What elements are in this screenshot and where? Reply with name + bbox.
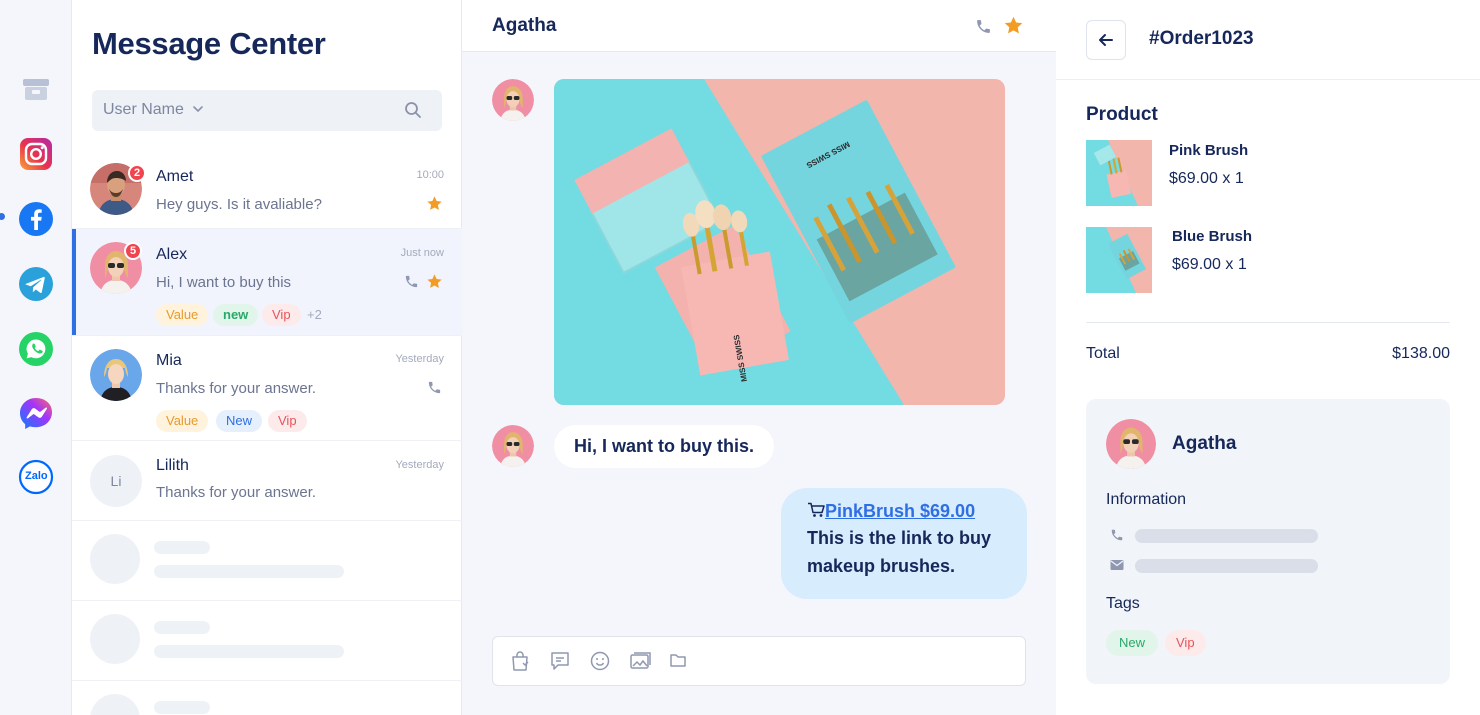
- avatar: [90, 349, 142, 401]
- channel-rail: Zalo: [0, 0, 72, 715]
- unread-badge: 2: [128, 164, 146, 182]
- tag-vip[interactable]: Vip: [1165, 630, 1206, 656]
- instagram-icon[interactable]: [18, 136, 54, 172]
- outgoing-message-text: This is the link to buy makeup brushes.: [807, 528, 992, 576]
- contact-name: Lilith: [156, 457, 189, 474]
- customer-name: Agatha: [1172, 433, 1237, 454]
- product-photo[interactable]: MISS SWISS MISS SWISS: [554, 79, 1005, 405]
- message-composer[interactable]: [492, 636, 1026, 686]
- tag-vip[interactable]: Vip: [262, 304, 301, 326]
- product-name: Blue Brush: [1172, 228, 1253, 245]
- order-panel: #Order1023 Product Pink Brush $69.00 x 1…: [1056, 0, 1480, 715]
- telegram-icon[interactable]: [18, 266, 54, 302]
- whatsapp-icon[interactable]: [18, 331, 54, 367]
- tag-vip[interactable]: Vip: [268, 410, 307, 432]
- folder-icon[interactable]: [669, 651, 687, 669]
- chat-panel: Agatha MISS SWISS MISS SWISS Hi, I want …: [462, 0, 1056, 715]
- total-label: Total: [1086, 345, 1120, 362]
- conversation-item-lilith[interactable]: Li Lilith Thanks for your answer. Yester…: [72, 441, 462, 521]
- product-price: $69.00 x 1: [1169, 170, 1244, 187]
- avatar-initials: Li: [90, 455, 142, 507]
- product-section-title: Product: [1086, 104, 1158, 125]
- arrow-left-icon: [1099, 34, 1113, 46]
- app-window: Zalo Message Center User Name 2 Amet Hey…: [0, 0, 1480, 715]
- star-icon[interactable]: [426, 273, 443, 290]
- phone-icon: [1111, 529, 1123, 541]
- last-message: Thanks for your answer.: [156, 380, 317, 397]
- incoming-message: Hi, I want to buy this.: [554, 425, 774, 468]
- phone-icon[interactable]: [975, 18, 992, 35]
- conversation-item-amet[interactable]: 2 Amet Hey guys. Is it avaliable? 10:00: [72, 152, 462, 229]
- zalo-icon[interactable]: Zalo: [18, 459, 54, 495]
- tag-new[interactable]: New: [216, 410, 263, 432]
- tags-label: Tags: [1106, 595, 1140, 612]
- message-time: Yesterday: [395, 353, 444, 365]
- product-name: Pink Brush: [1169, 142, 1249, 159]
- active-channel-indicator: [0, 213, 5, 220]
- information-label: Information: [1106, 491, 1187, 508]
- avatar: [492, 425, 534, 467]
- contact-name: Amet: [156, 168, 194, 185]
- last-message: Hi, I want to buy this: [156, 274, 292, 291]
- contact-name: Mia: [156, 352, 182, 369]
- back-button[interactable]: [1086, 20, 1126, 60]
- chat-header: Agatha: [462, 0, 1056, 52]
- star-icon[interactable]: [1003, 15, 1024, 36]
- message-time: 10:00: [416, 169, 444, 181]
- chat-contact-name: Agatha: [492, 15, 557, 36]
- avatar: [492, 79, 534, 121]
- shopping-bag-icon[interactable]: [509, 650, 531, 672]
- unread-badge: 5: [124, 242, 142, 260]
- mail-icon: [1110, 560, 1124, 570]
- tag-new[interactable]: new: [213, 304, 259, 326]
- chevron-down-icon[interactable]: [192, 103, 204, 115]
- conversation-list-panel: Message Center User Name 2 Amet Hey guys…: [72, 0, 462, 715]
- tag-value[interactable]: Value: [156, 410, 209, 432]
- phone-placeholder: [1135, 529, 1318, 543]
- product-thumbnail[interactable]: [1086, 140, 1152, 206]
- order-title: #Order1023: [1149, 28, 1254, 49]
- more-tags-count[interactable]: +2: [307, 307, 322, 322]
- emoji-icon[interactable]: [589, 650, 611, 672]
- avatar: [1106, 419, 1156, 469]
- product-price: $69.00 x 1: [1172, 256, 1247, 273]
- user-name-filter[interactable]: User Name: [103, 101, 184, 119]
- last-message: Hey guys. Is it avaliable?: [156, 196, 322, 213]
- tag-value[interactable]: Value: [156, 304, 209, 326]
- last-message: Thanks for your answer.: [156, 484, 317, 501]
- divider: [1086, 322, 1450, 323]
- store-icon[interactable]: [18, 71, 54, 107]
- message-time: Just now: [400, 247, 444, 259]
- user-filter-search[interactable]: User Name: [92, 90, 442, 131]
- product-link[interactable]: PinkBrush $69.00: [825, 501, 975, 521]
- facebook-icon[interactable]: [18, 201, 54, 237]
- order-header: #Order1023: [1056, 0, 1480, 80]
- conversation-item-mia[interactable]: Mia Thanks for your answer. Yesterday Va…: [72, 336, 462, 441]
- customer-card: Agatha Information Tags New Vip: [1086, 399, 1450, 684]
- contact-name: Alex: [156, 246, 188, 263]
- total-value: $138.00: [1392, 345, 1450, 362]
- outgoing-message: PinkBrush $69.00 This is the link to buy…: [781, 488, 1027, 599]
- image-icon[interactable]: [629, 650, 652, 672]
- tag-new[interactable]: New: [1106, 630, 1159, 656]
- star-icon[interactable]: [426, 195, 443, 212]
- search-icon[interactable]: [404, 101, 422, 119]
- phone-icon[interactable]: [404, 274, 419, 289]
- quick-reply-icon[interactable]: [549, 650, 571, 672]
- active-indicator: [72, 229, 76, 335]
- message-time: Yesterday: [395, 459, 444, 471]
- phone-icon[interactable]: [427, 380, 442, 395]
- zalo-label: Zalo: [25, 470, 48, 482]
- email-placeholder: [1135, 559, 1318, 573]
- page-title: Message Center: [92, 26, 326, 61]
- cart-icon: [808, 502, 825, 517]
- conversation-item-alex[interactable]: 5 Alex Hi, I want to buy this Just now V…: [72, 229, 462, 336]
- product-thumbnail[interactable]: [1086, 227, 1152, 293]
- messenger-icon[interactable]: [18, 396, 54, 432]
